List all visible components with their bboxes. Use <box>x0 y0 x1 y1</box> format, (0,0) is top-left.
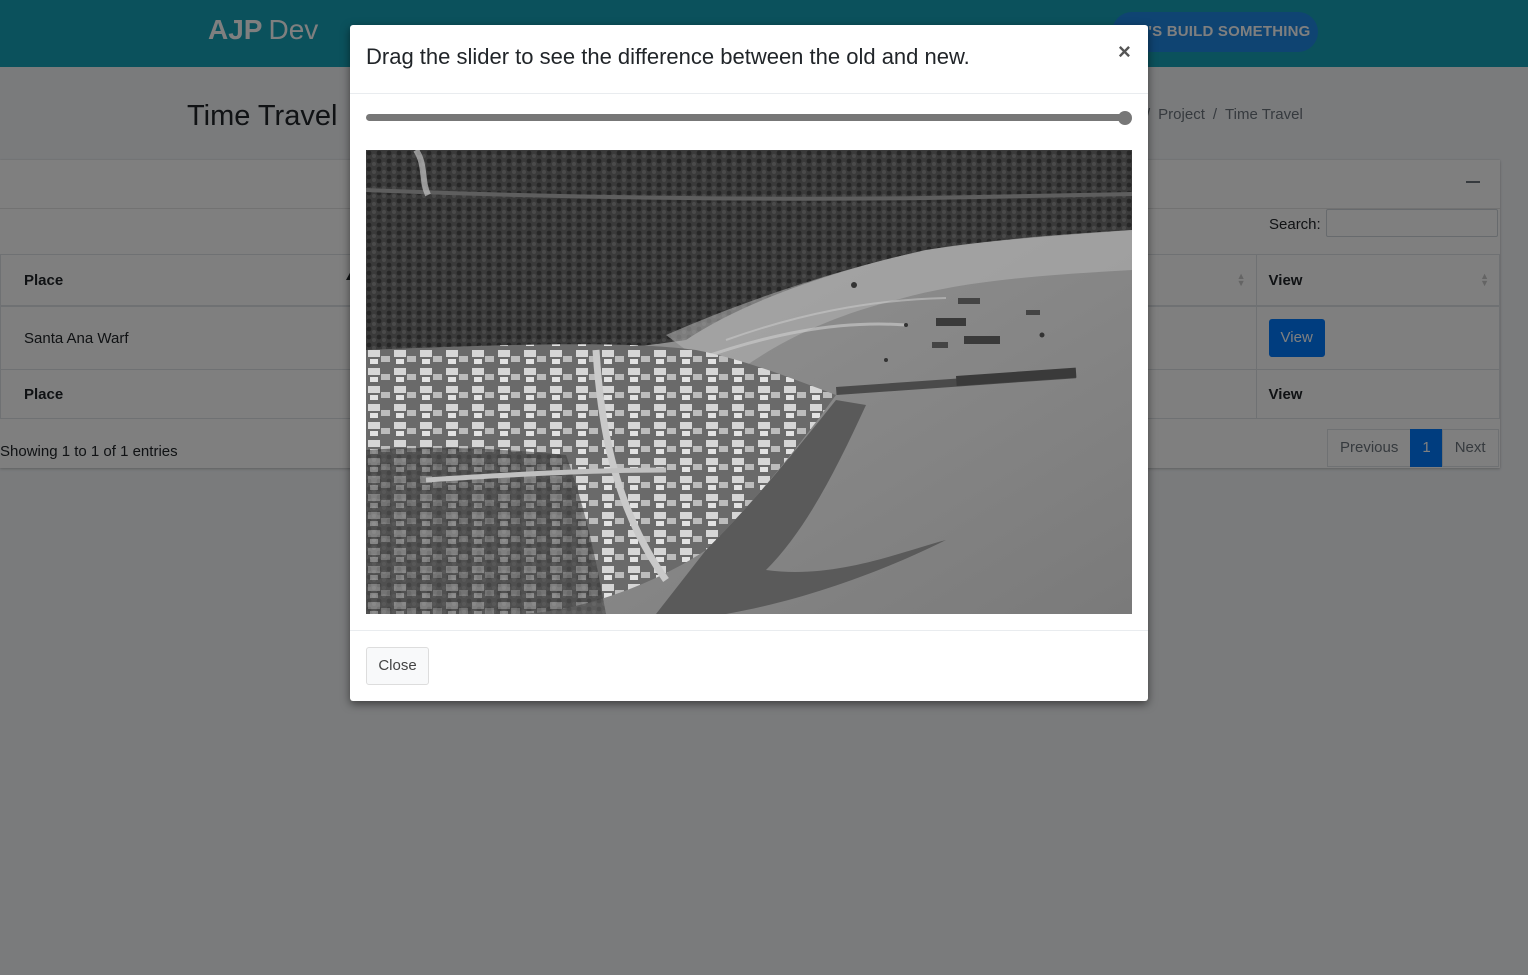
slider-track[interactable] <box>366 114 1125 121</box>
modal-title: Drag the slider to see the difference be… <box>366 44 970 69</box>
historical-aerial-photo <box>366 150 1132 614</box>
modal-header: Drag the slider to see the difference be… <box>350 25 1148 94</box>
close-icon[interactable]: × <box>1118 39 1131 65</box>
close-button[interactable]: Close <box>366 647 429 685</box>
modal-footer: Close <box>350 630 1148 702</box>
slider-handle[interactable] <box>1118 111 1132 125</box>
comparison-slider[interactable] <box>366 111 1132 125</box>
aerial-photo-image <box>366 150 1132 614</box>
modal-dialog: Drag the slider to see the difference be… <box>350 25 1148 701</box>
